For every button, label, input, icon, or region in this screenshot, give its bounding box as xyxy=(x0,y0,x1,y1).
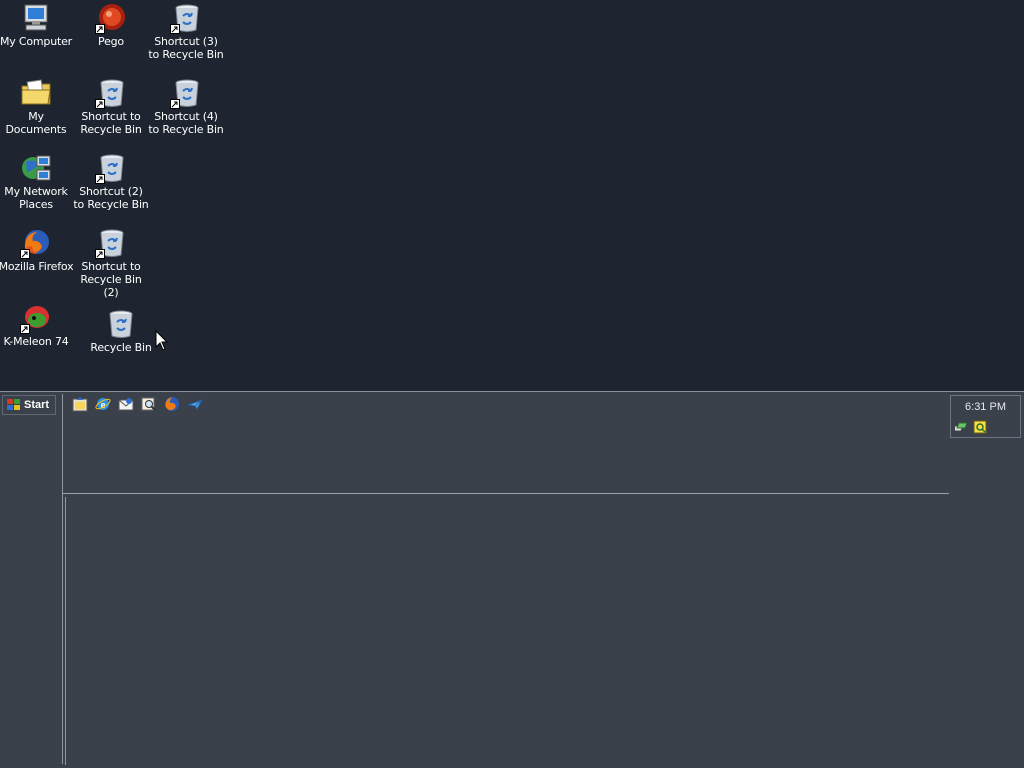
desktop-icon-my-computer[interactable]: My Computer xyxy=(0,2,74,48)
taskbar: Start e 6:31 PM xyxy=(0,391,1024,768)
recycle-bin-icon xyxy=(170,2,202,34)
recycle-bin-icon xyxy=(105,308,137,340)
desktop-icon-label: K-Meleon 74 xyxy=(3,335,69,348)
shortcut-arrow-icon xyxy=(95,99,105,109)
quick-launch-toolbar: e xyxy=(72,396,203,412)
desktop-icon-label: My Documents xyxy=(5,110,67,136)
desktop-icon-label: Shortcut (2) to Recycle Bin xyxy=(73,185,149,211)
desktop-icon-label: My Network Places xyxy=(4,185,68,211)
windows-logo-icon xyxy=(7,399,20,410)
network-icon xyxy=(20,152,52,184)
computer-icon xyxy=(20,2,52,34)
outlook-express-icon[interactable] xyxy=(118,396,134,412)
clock[interactable]: 6:31 PM xyxy=(951,401,1020,413)
desktop[interactable]: My Computer My Documents My Network Plac… xyxy=(0,0,1024,391)
desktop-icon-mozilla-firefox[interactable]: Mozilla Firefox xyxy=(0,227,74,273)
desktop-icon-label: Shortcut (3) to Recycle Bin xyxy=(148,35,224,61)
start-button-label: Start xyxy=(24,399,50,411)
desktop-icon-label: Shortcut to Recycle Bin xyxy=(80,110,142,136)
desktop-icon-shortcut-recycle-bin-2[interactable]: Shortcut to Recycle Bin (2) xyxy=(73,227,149,299)
mouse-pointer-icon xyxy=(155,329,169,352)
desktop-icon-recycle-bin[interactable]: Recycle Bin xyxy=(83,308,159,354)
firefox-icon xyxy=(20,227,52,259)
internet-explorer-icon[interactable]: e xyxy=(95,396,111,412)
folder-icon xyxy=(20,77,52,109)
shortcut-arrow-icon xyxy=(170,99,180,109)
desktop-icon-shortcut-3-recycle-bin[interactable]: Shortcut (3) to Recycle Bin xyxy=(148,2,224,61)
desktop-icon-label: Recycle Bin xyxy=(90,341,152,354)
desktop-icon-k-meleon[interactable]: K-Meleon 74 xyxy=(0,302,74,348)
system-tray: 6:31 PM xyxy=(950,395,1021,438)
shortcut-arrow-icon xyxy=(20,324,30,334)
search-icon[interactable] xyxy=(141,396,157,412)
security-alert-icon[interactable] xyxy=(973,420,987,434)
recycle-bin-icon xyxy=(95,227,127,259)
taskbar-divider xyxy=(65,497,66,765)
recycle-bin-icon xyxy=(170,77,202,109)
desktop-icon-pego[interactable]: Pego xyxy=(73,2,149,48)
shortcut-arrow-icon xyxy=(95,24,105,34)
desktop-icon-shortcut-recycle-bin[interactable]: Shortcut to Recycle Bin xyxy=(73,77,149,136)
shortcut-arrow-icon xyxy=(95,174,105,184)
kmeleon-icon xyxy=(20,302,52,334)
taskbar-row-divider xyxy=(62,493,949,494)
start-button[interactable]: Start xyxy=(2,395,56,415)
network-connection-icon[interactable] xyxy=(955,420,969,434)
desktop-icon-my-documents[interactable]: My Documents xyxy=(0,77,74,136)
shortcut-arrow-icon xyxy=(95,249,105,259)
send-icon[interactable] xyxy=(187,396,203,412)
desktop-icon-my-network-places[interactable]: My Network Places xyxy=(0,152,74,211)
desktop-icon-shortcut-2-recycle-bin[interactable]: Shortcut (2) to Recycle Bin xyxy=(73,152,149,211)
pego-icon xyxy=(95,2,127,34)
shortcut-arrow-icon xyxy=(170,24,180,34)
shortcut-arrow-icon xyxy=(20,249,30,259)
recycle-bin-icon xyxy=(95,152,127,184)
firefox-icon[interactable] xyxy=(164,396,180,412)
show-desktop-icon[interactable] xyxy=(72,396,88,412)
desktop-icon-label: Shortcut (4) to Recycle Bin xyxy=(148,110,224,136)
taskbar-divider xyxy=(62,394,63,764)
recycle-bin-icon xyxy=(95,77,127,109)
desktop-icon-label: My Computer xyxy=(0,35,72,48)
desktop-icon-label: Shortcut to Recycle Bin (2) xyxy=(80,260,142,299)
desktop-icon-shortcut-4-recycle-bin[interactable]: Shortcut (4) to Recycle Bin xyxy=(148,77,224,136)
desktop-icon-label: Mozilla Firefox xyxy=(0,260,74,273)
desktop-icon-label: Pego xyxy=(98,35,124,48)
